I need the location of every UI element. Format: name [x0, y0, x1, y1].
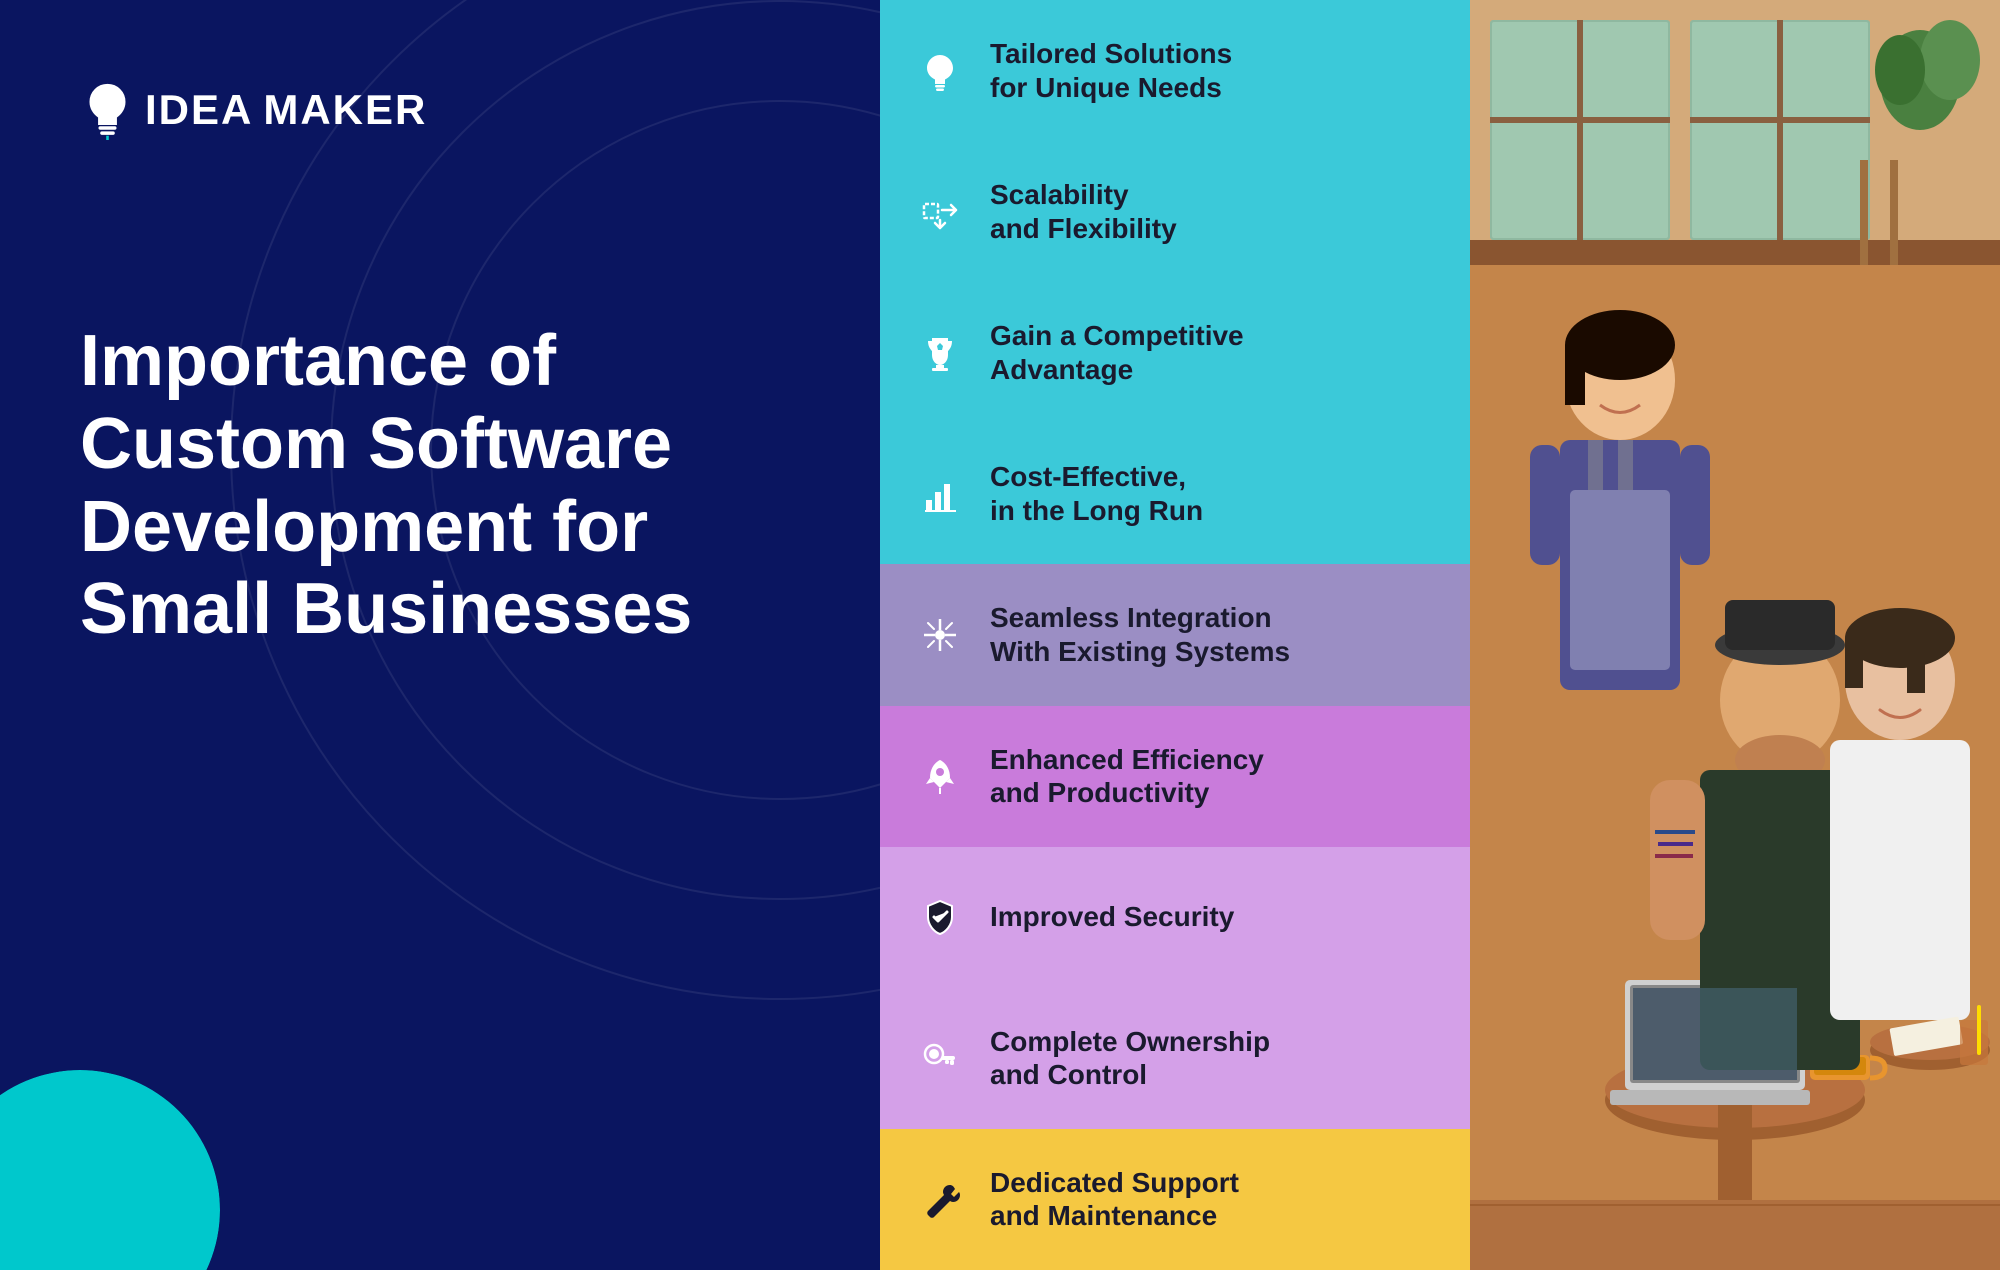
- integration-icon: [910, 605, 970, 665]
- heading-line3: Development for: [80, 487, 648, 567]
- list-item-2: Gain a Competitive Advantage: [880, 282, 1470, 423]
- list-item-5: Enhanced Efficiency and Productivity: [880, 706, 1470, 847]
- heading-line4: Small Businesses: [80, 569, 692, 649]
- item-label-1: Scalability and Flexibility: [990, 178, 1177, 245]
- list-item-7: Complete Ownership and Control: [880, 988, 1470, 1129]
- cafe-photo: [1470, 0, 2000, 1270]
- logo-lightbulb-icon: [80, 80, 135, 140]
- item-label-8: Dedicated Support and Maintenance: [990, 1166, 1239, 1233]
- rocket-icon: [910, 746, 970, 806]
- logo-text-2: MAKER: [263, 86, 427, 134]
- item-label-0: Tailored Solutions for Unique Needs: [990, 37, 1232, 104]
- item-label-3: Cost-Effective, in the Long Run: [990, 460, 1203, 527]
- heading-line2: Custom Software: [80, 404, 672, 484]
- wrench-icon: [910, 1169, 970, 1229]
- list-item-3: Cost-Effective, in the Long Run: [880, 423, 1470, 564]
- item-label-5: Enhanced Efficiency and Productivity: [990, 743, 1264, 810]
- list-item-1: Scalability and Flexibility: [880, 141, 1470, 282]
- logo-text: IDEA: [145, 86, 253, 134]
- main-heading: Importance of Custom Software Developmen…: [80, 320, 820, 651]
- heading-line1: Importance of: [80, 321, 556, 401]
- item-label-7: Complete Ownership and Control: [990, 1025, 1270, 1092]
- middle-panel: Tailored Solutions for Unique Needs Scal…: [880, 0, 1470, 1270]
- left-panel: IDEA MAKER Importance of Custom Software…: [0, 0, 880, 1270]
- list-item-0: Tailored Solutions for Unique Needs: [880, 0, 1470, 141]
- lightbulb-icon: [910, 41, 970, 101]
- list-item-6: Improved Security: [880, 847, 1470, 988]
- logo: IDEA MAKER: [80, 80, 427, 140]
- item-label-4: Seamless Integration With Existing Syste…: [990, 601, 1290, 668]
- trophy-icon: [910, 323, 970, 383]
- teal-accent: [0, 1070, 220, 1270]
- chart-icon: [910, 464, 970, 524]
- item-label-6: Improved Security: [990, 900, 1234, 934]
- key-icon: [910, 1028, 970, 1088]
- item-label-2: Gain a Competitive Advantage: [990, 319, 1244, 386]
- list-item-4: Seamless Integration With Existing Syste…: [880, 564, 1470, 705]
- list-item-8: Dedicated Support and Maintenance: [880, 1129, 1470, 1270]
- shield-icon: [910, 887, 970, 947]
- scalability-icon: [910, 182, 970, 242]
- right-panel: [1470, 0, 2000, 1270]
